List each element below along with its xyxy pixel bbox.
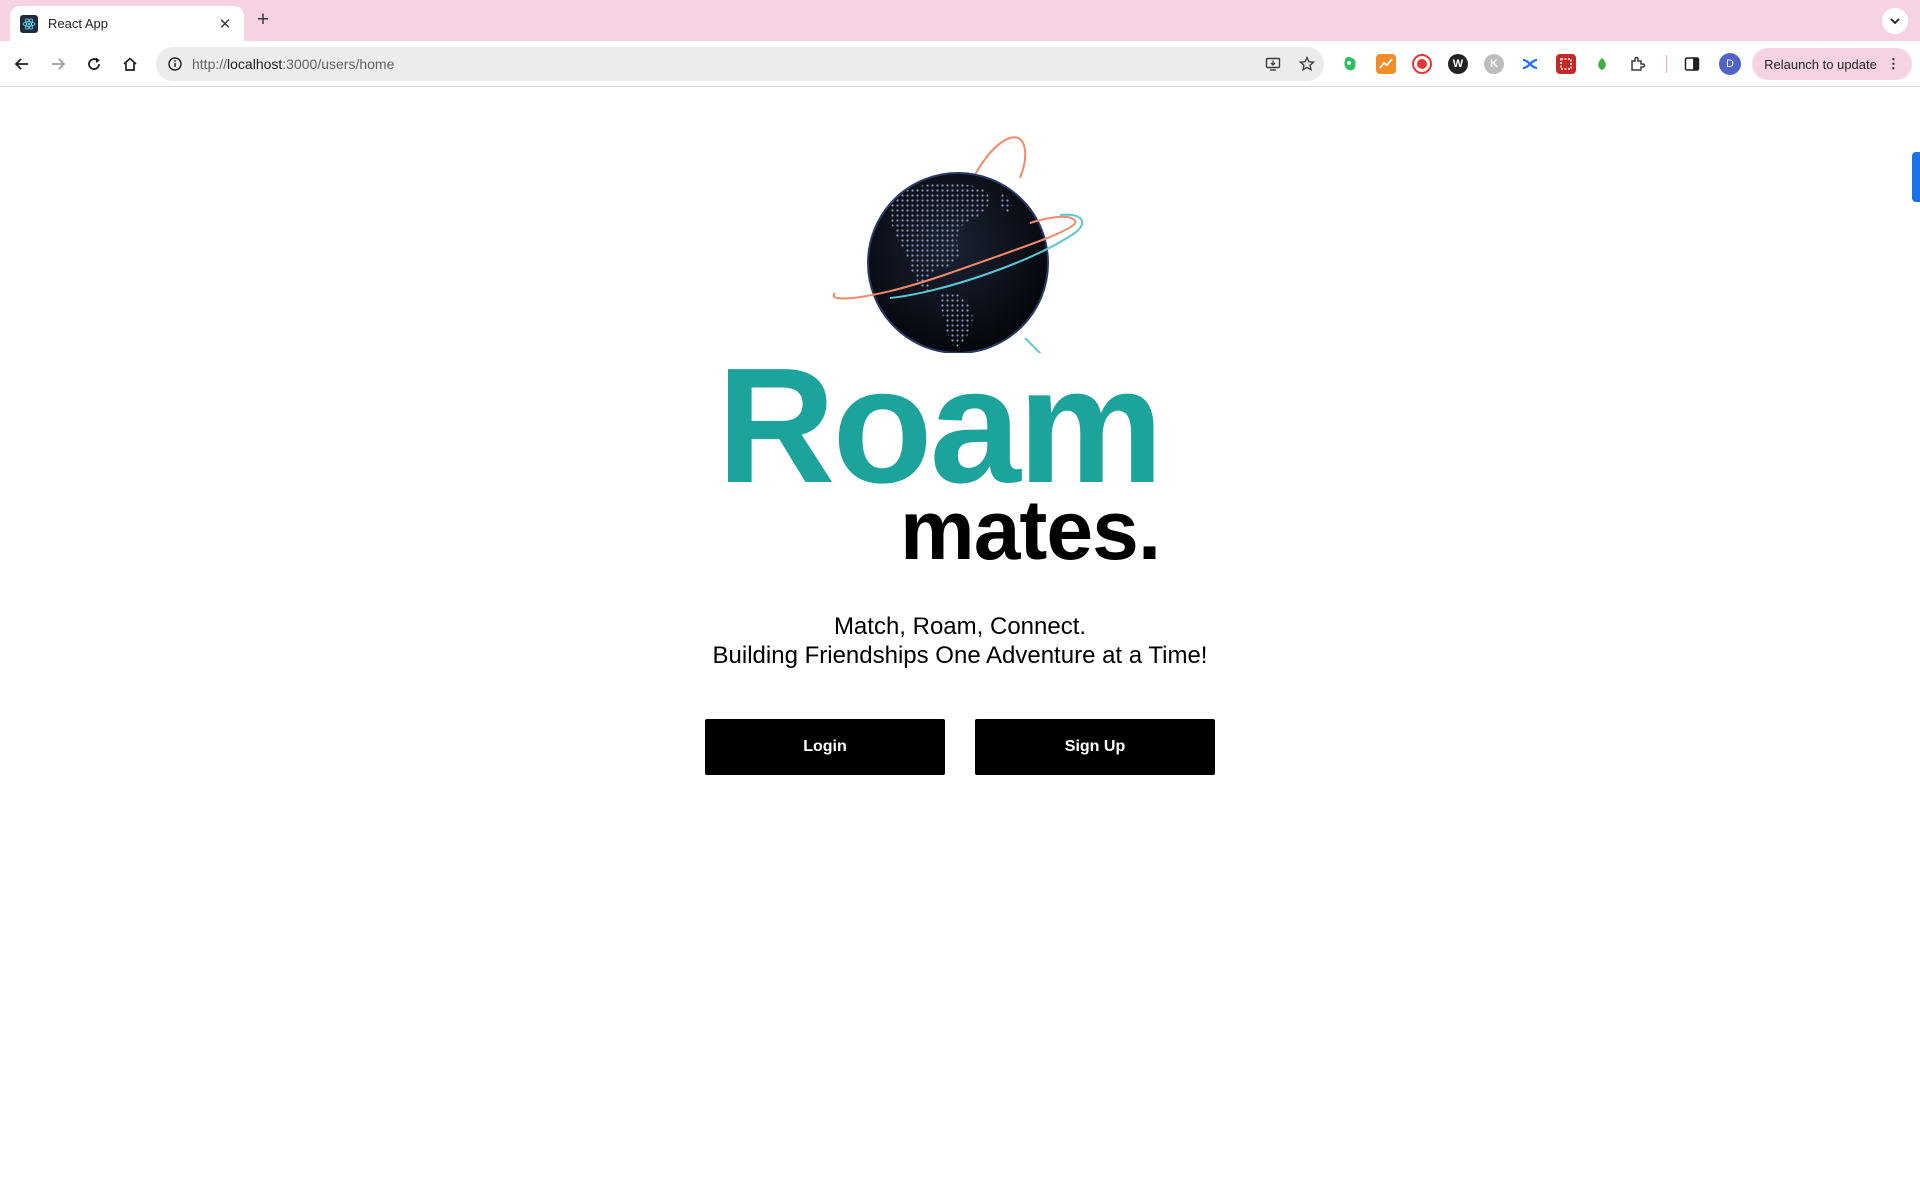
- relaunch-label: Relaunch to update: [1764, 56, 1877, 72]
- more-menu-icon: ⋮: [1886, 56, 1900, 71]
- forward-button[interactable]: [44, 50, 72, 78]
- leaf-extension-icon[interactable]: [1592, 54, 1612, 74]
- url-text[interactable]: http://localhost:3000/users/home: [192, 56, 1256, 72]
- reload-button[interactable]: [80, 50, 108, 78]
- back-button[interactable]: [8, 50, 36, 78]
- signup-button[interactable]: Sign Up: [975, 719, 1215, 775]
- tagline: Match, Roam, Connect. Building Friendshi…: [560, 612, 1360, 670]
- record-extension-icon[interactable]: [1412, 54, 1432, 74]
- browser-toolbar: http://localhost:3000/users/home W K D R…: [0, 41, 1920, 87]
- w-extension-icon[interactable]: W: [1448, 54, 1468, 74]
- address-bar[interactable]: http://localhost:3000/users/home: [156, 47, 1324, 81]
- reload-icon: [88, 57, 100, 70]
- tab-title: React App: [48, 16, 108, 31]
- globe-logo-icon: [832, 136, 1084, 353]
- react-icon: [20, 14, 38, 33]
- login-button[interactable]: Login: [705, 719, 945, 775]
- close-tab-icon[interactable]: ✕: [216, 15, 234, 33]
- url-host: localhost: [227, 56, 283, 72]
- home-button[interactable]: [116, 50, 144, 78]
- side-panel-icon[interactable]: [1682, 54, 1702, 74]
- home-icon: [123, 57, 137, 71]
- new-tab-button[interactable]: +: [252, 8, 274, 31]
- k-extension-icon[interactable]: K: [1484, 54, 1504, 74]
- toolbar-divider: [1666, 55, 1667, 73]
- page-content: Roam mates. Match, Roam, Connect. Buildi…: [0, 88, 1920, 1200]
- screenshot-extension-icon[interactable]: [1556, 54, 1576, 74]
- url-scheme: http://: [192, 56, 228, 72]
- tab-strip: React App ✕ +: [0, 0, 1920, 41]
- tagline-line-2: Building Friendships One Adventure at a …: [712, 642, 1208, 669]
- url-path: :3000/users/home: [282, 56, 395, 72]
- evernote-extension-icon[interactable]: [1340, 54, 1360, 74]
- relaunch-button[interactable]: Relaunch to update ⋮: [1752, 48, 1912, 80]
- shuffle-extension-icon[interactable]: [1520, 54, 1540, 74]
- install-app-icon[interactable]: [1256, 47, 1290, 81]
- site-info-icon[interactable]: [158, 47, 192, 81]
- tagline-line-1: Match, Roam, Connect.: [833, 613, 1087, 640]
- scroll-indicator[interactable]: [1912, 152, 1920, 202]
- bookmark-star-icon[interactable]: [1290, 47, 1324, 81]
- arrow-left-icon: [14, 58, 28, 70]
- chart-extension-icon[interactable]: [1376, 54, 1396, 74]
- tab-search-chevron-icon[interactable]: [1882, 8, 1908, 34]
- arrow-right-icon: [52, 58, 66, 70]
- tab-react-app[interactable]: React App ✕: [10, 6, 244, 41]
- puzzle-extensions-icon[interactable]: [1628, 54, 1648, 74]
- profile-avatar[interactable]: D: [1719, 53, 1741, 75]
- brand-title-mates: mates.: [900, 483, 1161, 577]
